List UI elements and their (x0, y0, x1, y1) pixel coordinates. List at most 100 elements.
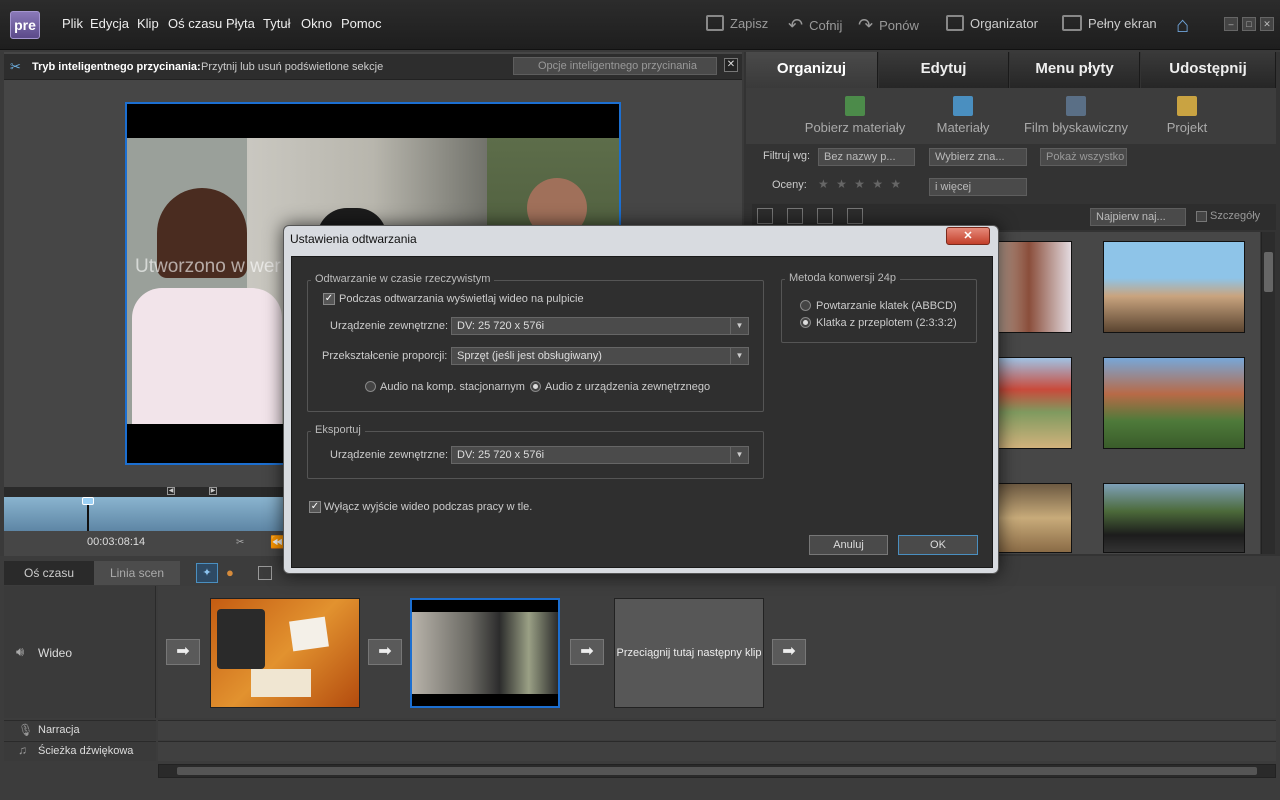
smart-trim-title: Tryb inteligentnego przycinania: (32, 61, 201, 73)
external-device-select[interactable]: DV: 25 720 x 576i ▼ (451, 317, 749, 335)
chevron-down-icon: ▼ (730, 348, 748, 364)
save-button[interactable]: Zapisz (706, 15, 768, 31)
tab-share[interactable]: Udostępnij (1141, 52, 1276, 88)
menu-file[interactable]: Plik (62, 16, 83, 31)
media-thumbnail[interactable] (1103, 241, 1245, 333)
aspect-label: Przekształcenie proporcji: (322, 350, 448, 362)
drop-zone[interactable]: Przeciągnij tutaj następny klip (614, 598, 764, 708)
export-device-select[interactable]: DV: 25 720 x 576i ▼ (451, 446, 749, 464)
effects-icon[interactable]: ● (226, 565, 244, 581)
project-button[interactable]: Projekt (1160, 96, 1214, 135)
external-device-label: Urządzenie zewnętrzne: (330, 320, 449, 332)
menu-help[interactable]: Pomoc (341, 16, 381, 31)
instant-movie-icon (1066, 96, 1086, 116)
smart-trim-icon: ✂ (10, 59, 21, 74)
music-note-icon: ♫ (18, 743, 27, 757)
show-on-desktop-label: Podczas odtwarzania wyświetlaj wideo na … (339, 293, 584, 305)
choose-dropdown[interactable]: Wybierz zna... (929, 148, 1027, 166)
fullscreen-icon (1062, 15, 1082, 31)
dialog-close-button[interactable]: ✕ (946, 227, 990, 245)
ok-button[interactable]: OK (898, 535, 978, 555)
smart-trim-desc: Przytnij lub usuń podświetlone sekcje (201, 61, 384, 73)
disable-bg-checkbox[interactable]: ✓ (309, 501, 321, 513)
media-thumbnail[interactable] (1103, 357, 1245, 449)
video-track-header (4, 586, 156, 718)
home-icon[interactable]: ⌂ (1176, 12, 1189, 38)
video-filter-icon[interactable] (757, 208, 773, 224)
redo-icon: ↷ (858, 15, 874, 35)
save-icon (706, 15, 724, 31)
prev-frame-icon[interactable]: ◀ (167, 487, 175, 495)
close-window-button[interactable]: ✕ (1260, 17, 1274, 31)
get-media-button[interactable]: Pobierz materiały (800, 96, 910, 135)
menu-timeline[interactable]: Oś czasu (168, 16, 222, 31)
media-button[interactable]: Materiały (930, 96, 996, 135)
tab-disc-menus[interactable]: Menu płyty (1010, 52, 1140, 88)
organizer-icon (946, 15, 964, 31)
tab-organize[interactable]: Organizuj (746, 52, 878, 88)
video-watermark: Utworzono w wer (135, 256, 281, 277)
menu-title[interactable]: Tytuł (263, 16, 290, 31)
interlaced-radio[interactable] (800, 317, 811, 328)
transition-button[interactable]: ➡ (570, 639, 604, 665)
undo-icon: ↶ (788, 15, 804, 35)
get-media-icon (845, 96, 865, 116)
soundtrack-label: Ścieżka dźwiękowa (38, 745, 134, 757)
media-scrollbar[interactable] (1261, 232, 1275, 554)
menu-clip[interactable]: Klip (137, 16, 159, 31)
menu-disc[interactable]: Płyta (226, 16, 255, 31)
smart-trim-close-icon[interactable]: ✕ (724, 58, 738, 72)
rating-stars[interactable]: ★ ★ ★ ★ ★ (818, 177, 903, 191)
repeat-frames-label: Powtarzanie klatek (ABBCD) (816, 300, 957, 312)
undo-button[interactable]: ↶ Cofnij (788, 15, 842, 36)
export-group-label: Eksportuj (311, 424, 365, 436)
instant-movie-button[interactable]: Film błyskawiczny (1020, 96, 1132, 135)
clip-thumbnail[interactable] (210, 598, 360, 708)
repeat-frames-radio[interactable] (800, 300, 811, 311)
organizer-button[interactable]: Organizator (946, 15, 1038, 31)
smart-fix-icon[interactable]: ✦ (196, 563, 218, 583)
image-filter-icon[interactable] (817, 208, 833, 224)
tab-edit[interactable]: Edytuj (879, 52, 1009, 88)
tab-timeline[interactable]: Oś czasu (4, 561, 94, 585)
maximize-button[interactable]: □ (1242, 17, 1256, 31)
list-icon[interactable] (258, 566, 272, 580)
audio-filter-icon[interactable] (787, 208, 803, 224)
ratings-label: Oceny: (772, 179, 807, 191)
aspect-select[interactable]: Sprzęt (jeśli jest obsługiwany) ▼ (451, 347, 749, 365)
show-all-button[interactable]: Pokaż wszystko (1040, 148, 1127, 166)
drop-zone-text: Przeciągnij tutaj następny klip (616, 647, 762, 659)
details-checkbox[interactable] (1196, 211, 1207, 222)
and-more-dropdown[interactable]: i więcej (929, 178, 1027, 196)
tab-sceneline[interactable]: Linia scen (94, 561, 180, 585)
smart-trim-options-button[interactable]: Opcje inteligentnego przycinania (513, 57, 717, 75)
timeline-scrollbar[interactable] (158, 764, 1276, 778)
transition-button[interactable]: ➡ (166, 639, 200, 665)
details-label: Szczegóły (1210, 210, 1261, 222)
split-clip-icon[interactable]: ✂ (236, 537, 244, 548)
media-thumbnail[interactable] (1103, 483, 1245, 553)
fullscreen-button[interactable]: Pełny ekran (1062, 15, 1157, 31)
timecode: 00:03:08:14 (87, 536, 146, 548)
playhead[interactable] (82, 497, 94, 531)
dialog-body: Odtwarzanie w czasie rzeczywistym ✓ Podc… (291, 256, 993, 568)
show-on-desktop-checkbox[interactable]: ✓ (323, 293, 335, 305)
project-icon (1177, 96, 1197, 116)
audio-desktop-radio[interactable] (365, 381, 376, 392)
transition-button[interactable]: ➡ (772, 639, 806, 665)
microphone-icon: 🎙︎ (18, 723, 34, 737)
cancel-button[interactable]: Anuluj (809, 535, 888, 555)
redo-button[interactable]: ↷ Ponów (858, 15, 919, 36)
menu-edit[interactable]: Edycja (90, 16, 129, 31)
grid-view-icon[interactable] (847, 208, 863, 224)
disable-bg-label: Wyłącz wyjście wideo podczas pracy w tle… (324, 501, 533, 513)
audio-external-radio[interactable] (530, 381, 541, 392)
filter-dropdown[interactable]: Bez nazwy p... (818, 148, 915, 166)
sort-dropdown[interactable]: Najpierw naj... (1090, 208, 1186, 226)
transition-button[interactable]: ➡ (368, 639, 402, 665)
menu-window[interactable]: Okno (301, 16, 332, 31)
next-frame-icon[interactable]: ▶ (209, 487, 217, 495)
narration-track (158, 720, 1276, 740)
clip-thumbnail-selected[interactable] (410, 598, 560, 708)
minimize-button[interactable]: – (1224, 17, 1238, 31)
